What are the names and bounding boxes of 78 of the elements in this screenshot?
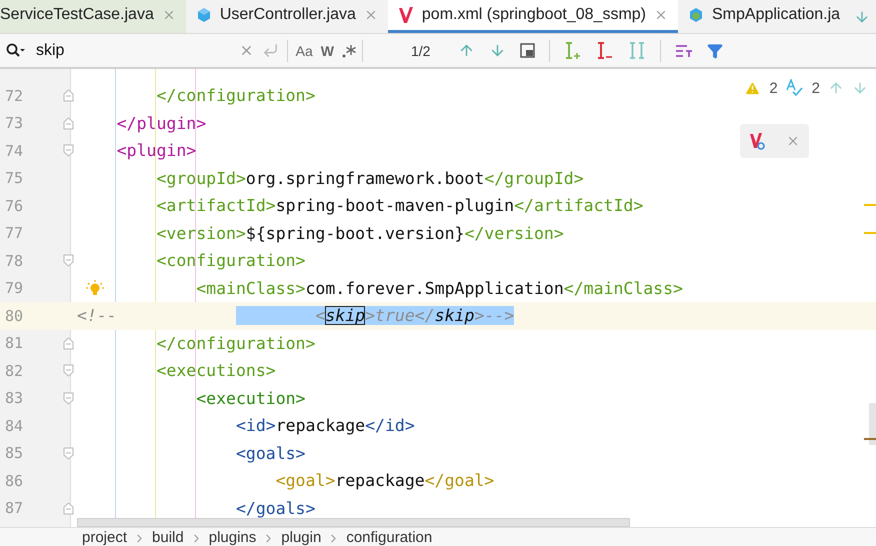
breadcrumb[interactable]: build (152, 528, 184, 546)
code-line: </plugin> (116, 114, 206, 133)
breadcrumb[interactable]: project (82, 528, 128, 546)
match-case-toggle[interactable]: Aa (296, 42, 313, 58)
fold-marker-icon[interactable] (63, 254, 74, 268)
line-number: 83 (4, 389, 24, 408)
line-number: 73 (4, 114, 24, 132)
scrollbar-thumb[interactable] (869, 403, 876, 445)
fold-marker-icon[interactable] (63, 446, 74, 460)
caret-marker (864, 438, 876, 440)
editor-tab[interactable]: pom.xml (springboot_08_ssmp) (388, 0, 678, 33)
warning-marker[interactable] (864, 232, 876, 234)
maven-logo-icon (398, 6, 414, 24)
code-line: <!-- <skip>true</skip>--> (77, 306, 514, 326)
horizontal-scrollbar[interactable] (77, 518, 630, 527)
warning-marker[interactable] (864, 204, 876, 206)
regex-icon[interactable] (342, 44, 356, 58)
code-line: <id>repackage</id> (236, 416, 415, 436)
code-line: </configuration> (156, 334, 316, 353)
code-line: <goal>repackage</goal> (276, 471, 494, 490)
code-line: <executions> (156, 361, 276, 380)
app-cube-icon (688, 7, 704, 23)
spellcheck-icon[interactable] (786, 79, 804, 97)
search-field[interactable]: skip (34, 40, 231, 60)
fold-marker-icon[interactable] (63, 392, 74, 405)
breadcrumb[interactable]: plugin (281, 528, 322, 546)
code-line: </configuration> (156, 86, 316, 106)
line-number: 79 (4, 279, 24, 298)
line-number: 84 (4, 416, 24, 435)
line-number: 77 (4, 224, 24, 242)
line-number: 87 (4, 499, 24, 518)
fold-marker-icon[interactable] (63, 144, 74, 158)
fold-marker-icon[interactable] (63, 364, 74, 378)
code-line: </goals> (236, 498, 316, 518)
line-number: 72 (4, 86, 24, 105)
code-line: <artifactId>spring-boot-maven-plugin</artifactId> (156, 196, 644, 216)
breadcrumb[interactable]: plugins (208, 528, 256, 546)
line-number: 85 (4, 444, 24, 462)
fold-marker-icon[interactable] (63, 336, 74, 350)
arrow-up-icon[interactable] (828, 80, 844, 96)
typo-count: 2 (812, 80, 820, 96)
fold-marker-icon[interactable] (63, 502, 74, 515)
select-all-occurrences-icon[interactable] (628, 40, 646, 60)
enter-icon[interactable] (262, 42, 279, 59)
arrow-down-icon[interactable] (852, 80, 868, 96)
code-line: <mainClass>com.forever.SmpApplication</mainClass> (196, 278, 683, 298)
breadcrumb[interactable]: configuration (346, 528, 432, 546)
warning-count: 2 (769, 80, 778, 96)
remove-occurrence-icon[interactable] (596, 40, 614, 60)
fold-marker-icon[interactable] (63, 89, 74, 102)
line-number: 75 (4, 169, 24, 188)
lightbulb-icon[interactable] (86, 280, 104, 298)
line-number: 74 (4, 142, 24, 160)
filter-icon[interactable] (707, 42, 724, 58)
maven-reload-icon[interactable] (749, 131, 768, 151)
window-icon[interactable] (520, 43, 536, 58)
search-icon[interactable] (6, 42, 26, 58)
line-number: 76 (4, 196, 24, 215)
line-number: 86 (4, 472, 24, 490)
editor-tab[interactable]: ServiceTestCase.java (0, 0, 186, 33)
line-number: 80 (4, 306, 24, 325)
line-number: 82 (4, 362, 24, 380)
code-line: <execution> (196, 388, 306, 408)
cube-icon (196, 7, 212, 23)
code-line: <goals> (236, 444, 306, 463)
code-line: <configuration> (156, 251, 306, 270)
close-icon[interactable] (654, 8, 668, 22)
code-line: <groupId>org.springframework.boot</groupId> (156, 168, 584, 188)
whole-words-toggle[interactable]: W (320, 42, 334, 58)
fold-marker-icon[interactable] (63, 116, 74, 130)
warning-icon[interactable] (744, 80, 762, 96)
code-line: <plugin> (116, 141, 196, 160)
line-number: 81 (4, 334, 24, 352)
add-occurrence-icon[interactable] (564, 40, 582, 60)
line-number: 78 (4, 252, 24, 270)
match-count: 1/2 (411, 42, 430, 58)
code-line: <version>${spring-boot.version}</version> (156, 224, 564, 243)
text-lines-icon[interactable] (675, 42, 694, 58)
